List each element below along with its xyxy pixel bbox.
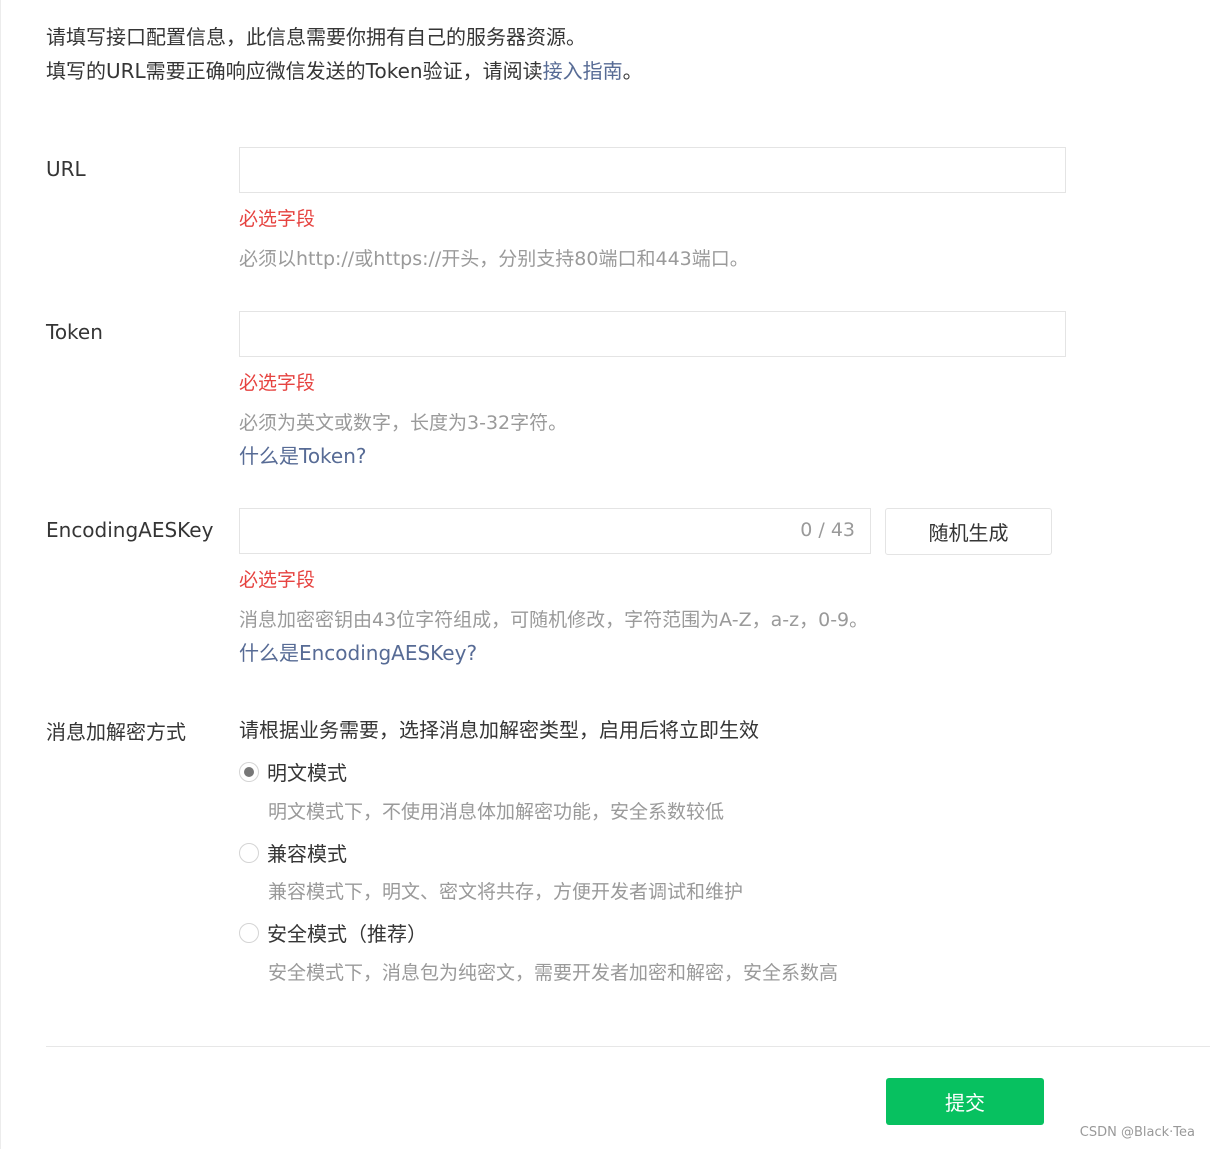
random-generate-button[interactable]: 随机生成: [885, 508, 1052, 555]
what-is-token-link[interactable]: 什么是Token?: [239, 440, 367, 469]
access-guide-link[interactable]: 接入指南: [543, 59, 623, 83]
submit-button[interactable]: 提交: [886, 1078, 1044, 1125]
token-input[interactable]: [239, 311, 1066, 357]
aeskey-tip: 消息加密密钥由43位字符组成，可随机修改，字符范围为A-Z，a-z，0-9。: [239, 609, 869, 631]
safe-mode-tip: 安全模式下，消息包为纯密文，需要开发者加密和解密，安全系数高: [268, 962, 839, 984]
aeskey-error: 必选字段: [239, 569, 316, 591]
radio-plaintext-label: 明文模式: [267, 761, 347, 785]
radio-compatible-label: 兼容模式: [267, 842, 347, 866]
intro-line-2: 填写的URL需要正确响应微信发送的Token验证，请阅读接入指南。: [46, 59, 643, 83]
intro-text: 请填写接口配置信息，此信息需要你拥有自己的服务器资源。 填写的URL需要正确响应…: [46, 20, 643, 88]
radio-compatible-mode[interactable]: 兼容模式: [239, 838, 347, 867]
encryption-description: 请根据业务需要，选择消息加解密类型，启用后将立即生效: [239, 718, 759, 742]
url-tip: 必须以http://或https://开头，分别支持80端口和443端口。: [239, 248, 749, 270]
token-error: 必选字段: [239, 372, 316, 394]
radio-checked-icon[interactable]: [239, 761, 259, 782]
what-is-aeskey-link[interactable]: 什么是EncodingAESKey?: [239, 637, 477, 666]
token-label: Token: [46, 320, 103, 344]
footer-divider: [46, 1046, 1210, 1047]
url-error: 必选字段: [239, 208, 316, 230]
watermark: CSDN @Black·Tea: [1079, 1125, 1195, 1140]
url-input[interactable]: [239, 147, 1066, 193]
radio-plaintext-mode[interactable]: 明文模式: [239, 757, 347, 786]
encryption-mode-label: 消息加解密方式: [46, 720, 186, 744]
aeskey-char-counter: 0 / 43: [800, 519, 855, 541]
url-label: URL: [46, 157, 86, 181]
compatible-mode-tip: 兼容模式下，明文、密文将共存，方便开发者调试和维护: [268, 881, 744, 903]
radio-unchecked-icon[interactable]: [239, 922, 259, 943]
left-border: [0, 0, 1, 1149]
radio-safe-label: 安全模式（推荐）: [267, 922, 427, 946]
plaintext-mode-tip: 明文模式下，不使用消息体加解密功能，安全系数较低: [268, 801, 725, 823]
intro-line-1: 请填写接口配置信息，此信息需要你拥有自己的服务器资源。: [46, 25, 586, 49]
radio-safe-mode[interactable]: 安全模式（推荐）: [239, 918, 427, 947]
aeskey-label: EncodingAESKey: [46, 518, 214, 542]
radio-unchecked-icon[interactable]: [239, 842, 259, 863]
token-tip: 必须为英文或数字，长度为3-32字符。: [239, 412, 568, 434]
